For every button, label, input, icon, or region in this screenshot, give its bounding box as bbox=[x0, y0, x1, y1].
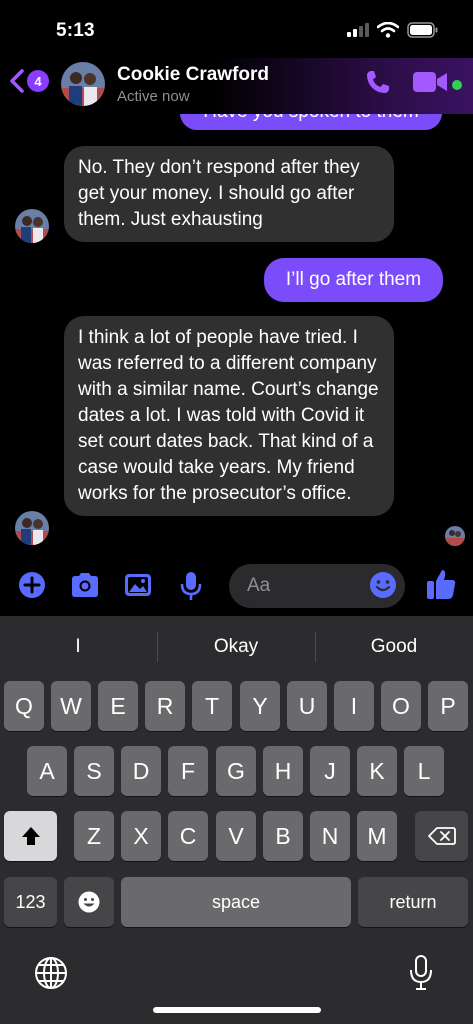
camera-button[interactable] bbox=[69, 570, 101, 605]
return-key[interactable]: return bbox=[358, 877, 468, 927]
battery-icon bbox=[407, 22, 438, 38]
key-d[interactable]: D bbox=[121, 746, 161, 796]
emoji-button[interactable] bbox=[369, 571, 397, 604]
key-k[interactable]: K bbox=[357, 746, 397, 796]
key-q[interactable]: Q bbox=[4, 681, 44, 731]
key-a[interactable]: A bbox=[27, 746, 67, 796]
voice-message-button[interactable] bbox=[178, 570, 204, 607]
key-s[interactable]: S bbox=[74, 746, 114, 796]
key-j[interactable]: J bbox=[310, 746, 350, 796]
message-bubble-outgoing[interactable]: Have you spoken to them bbox=[180, 114, 442, 130]
online-indicator bbox=[452, 80, 462, 90]
avatar bbox=[445, 526, 465, 546]
key-m[interactable]: M bbox=[357, 811, 397, 861]
key-c[interactable]: C bbox=[168, 811, 208, 861]
image-icon bbox=[125, 574, 151, 596]
home-indicator[interactable] bbox=[153, 1007, 321, 1013]
predictive-bar: I Okay Good bbox=[0, 616, 473, 678]
key-f[interactable]: F bbox=[168, 746, 208, 796]
message-bubble-incoming[interactable]: No. They don’t respond after they get yo… bbox=[64, 146, 394, 242]
key-o[interactable]: O bbox=[381, 681, 421, 731]
message-bubble-incoming[interactable]: I think a lot of people have tried. I wa… bbox=[64, 316, 394, 516]
dictation-key[interactable] bbox=[408, 954, 434, 997]
photo-gallery-button[interactable] bbox=[123, 570, 153, 605]
back-button[interactable]: 4 bbox=[8, 68, 49, 94]
key-b[interactable]: B bbox=[263, 811, 303, 861]
wifi-icon bbox=[377, 22, 399, 38]
delete-icon bbox=[427, 827, 456, 845]
status-icons bbox=[347, 22, 439, 38]
suggestion-item[interactable]: Good bbox=[316, 616, 472, 678]
globe-icon bbox=[35, 957, 67, 989]
globe-key[interactable] bbox=[34, 956, 68, 995]
microphone-icon bbox=[180, 572, 202, 600]
key-y[interactable]: Y bbox=[240, 681, 280, 731]
shift-key[interactable] bbox=[4, 811, 57, 861]
suggestion-item[interactable]: Okay bbox=[158, 616, 314, 678]
key-l[interactable]: L bbox=[404, 746, 444, 796]
key-n[interactable]: N bbox=[310, 811, 350, 861]
conversation-header: 4 Cookie Crawford Active now bbox=[0, 58, 473, 114]
key-t[interactable]: T bbox=[192, 681, 232, 731]
shift-icon bbox=[21, 827, 40, 845]
suggestion-item[interactable]: I bbox=[0, 616, 156, 678]
message-composer bbox=[0, 562, 473, 616]
key-g[interactable]: G bbox=[216, 746, 256, 796]
audio-call-button[interactable] bbox=[364, 68, 392, 101]
delete-key[interactable] bbox=[415, 811, 468, 861]
dictation-icon bbox=[410, 955, 432, 990]
contact-status: Active now bbox=[117, 88, 190, 105]
key-h[interactable]: H bbox=[263, 746, 303, 796]
key-x[interactable]: X bbox=[121, 811, 161, 861]
key-w[interactable]: W bbox=[51, 681, 91, 731]
contact-name[interactable]: Cookie Crawford bbox=[117, 64, 269, 86]
key-r[interactable]: R bbox=[145, 681, 185, 731]
key-p[interactable]: P bbox=[428, 681, 468, 731]
avatar bbox=[15, 511, 49, 545]
avatar bbox=[61, 62, 105, 106]
key-u[interactable]: U bbox=[287, 681, 327, 731]
unread-badge: 4 bbox=[27, 70, 49, 92]
keyboard: I Okay Good Q W E R T Y U I O P A S D F … bbox=[0, 616, 473, 1024]
like-button[interactable] bbox=[425, 567, 457, 606]
message-bubble-outgoing[interactable]: I’ll go after them bbox=[264, 258, 443, 302]
key-i[interactable]: I bbox=[334, 681, 374, 731]
numbers-key[interactable]: 123 bbox=[4, 877, 57, 927]
sender-avatar bbox=[15, 511, 49, 545]
contact-avatar[interactable] bbox=[61, 62, 105, 106]
avatar bbox=[15, 209, 49, 243]
read-receipt-avatar bbox=[445, 526, 465, 546]
video-call-button[interactable] bbox=[412, 70, 448, 99]
message-list[interactable]: Have you spoken to them No. They don’t r… bbox=[0, 114, 473, 562]
plus-icon bbox=[19, 572, 45, 598]
back-chevron-icon bbox=[10, 69, 24, 93]
thumbs-up-icon bbox=[427, 570, 456, 599]
emoji-icon bbox=[370, 572, 396, 598]
status-bar: 5:13 bbox=[0, 0, 473, 58]
emoji-key-icon bbox=[78, 891, 100, 913]
camera-icon bbox=[72, 573, 98, 597]
status-time: 5:13 bbox=[56, 20, 95, 41]
more-actions-button[interactable] bbox=[17, 570, 47, 605]
signal-icon bbox=[347, 23, 369, 37]
sender-avatar bbox=[15, 209, 49, 243]
key-z[interactable]: Z bbox=[74, 811, 114, 861]
space-key[interactable]: space bbox=[121, 877, 351, 927]
emoji-keyboard-key[interactable] bbox=[64, 877, 114, 927]
key-v[interactable]: V bbox=[216, 811, 256, 861]
video-camera-icon bbox=[413, 72, 447, 92]
phone-icon bbox=[367, 71, 389, 93]
key-e[interactable]: E bbox=[98, 681, 138, 731]
